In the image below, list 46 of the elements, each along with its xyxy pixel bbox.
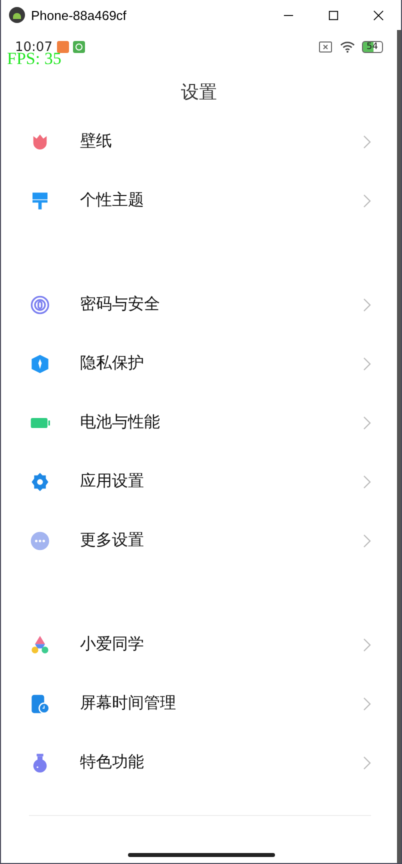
more-icon [30, 530, 50, 550]
item-label: 壁纸 [80, 131, 113, 152]
gear-icon [30, 472, 50, 492]
item-label: 密码与安全 [80, 294, 161, 315]
maximize-icon[interactable] [328, 10, 339, 20]
notification-icon [57, 41, 70, 53]
sim-icon [318, 41, 333, 53]
settings-item[interactable]: 更多设置 [1, 511, 397, 570]
wifi-icon [340, 41, 355, 53]
window-title: Phone-88a469cf [31, 8, 126, 22]
chevron-icon [363, 638, 371, 652]
page-title: 设置 [180, 81, 218, 105]
settings-item[interactable]: 小爱同学 [1, 615, 397, 674]
assistant-icon [30, 634, 50, 654]
settings-item[interactable]: 电池与性能 [1, 393, 397, 452]
item-label: 屏幕时间管理 [80, 693, 177, 714]
chevron-icon [363, 194, 371, 208]
chevron-icon [363, 534, 371, 548]
paint-roller-icon [30, 190, 50, 210]
chevron-icon [363, 298, 371, 312]
item-label: 更多设置 [80, 530, 145, 551]
android-icon [9, 7, 25, 23]
chevron-icon [363, 356, 371, 370]
settings-item[interactable]: 壁纸 [1, 112, 397, 171]
shield-icon [30, 354, 50, 374]
settings-item[interactable]: 密码与安全 [1, 275, 397, 334]
chevron-icon [363, 416, 371, 430]
notification-icon [73, 41, 86, 53]
settings-item[interactable]: 屏幕时间管理 [1, 674, 397, 733]
item-label: 隐私保护 [80, 353, 145, 374]
settings-item[interactable]: 应用设置 [1, 452, 397, 511]
item-label: 电池与性能 [80, 412, 161, 433]
item-label: 小爱同学 [80, 634, 145, 655]
item-label: 个性主题 [80, 190, 145, 211]
chevron-icon [363, 134, 371, 148]
fingerprint-icon [30, 294, 50, 314]
chevron-icon [363, 756, 371, 770]
chevron-icon [363, 696, 371, 710]
item-label: 应用设置 [80, 471, 145, 492]
item-label: 特色功能 [80, 752, 145, 773]
settings-item[interactable]: 特色功能 [1, 733, 397, 792]
phone-clock-icon [30, 694, 50, 714]
chevron-icon [363, 474, 371, 488]
settings-item[interactable]: 个性主题 [1, 171, 397, 230]
settings-item[interactable]: 隐私保护 [1, 334, 397, 393]
close-icon[interactable] [373, 10, 384, 20]
